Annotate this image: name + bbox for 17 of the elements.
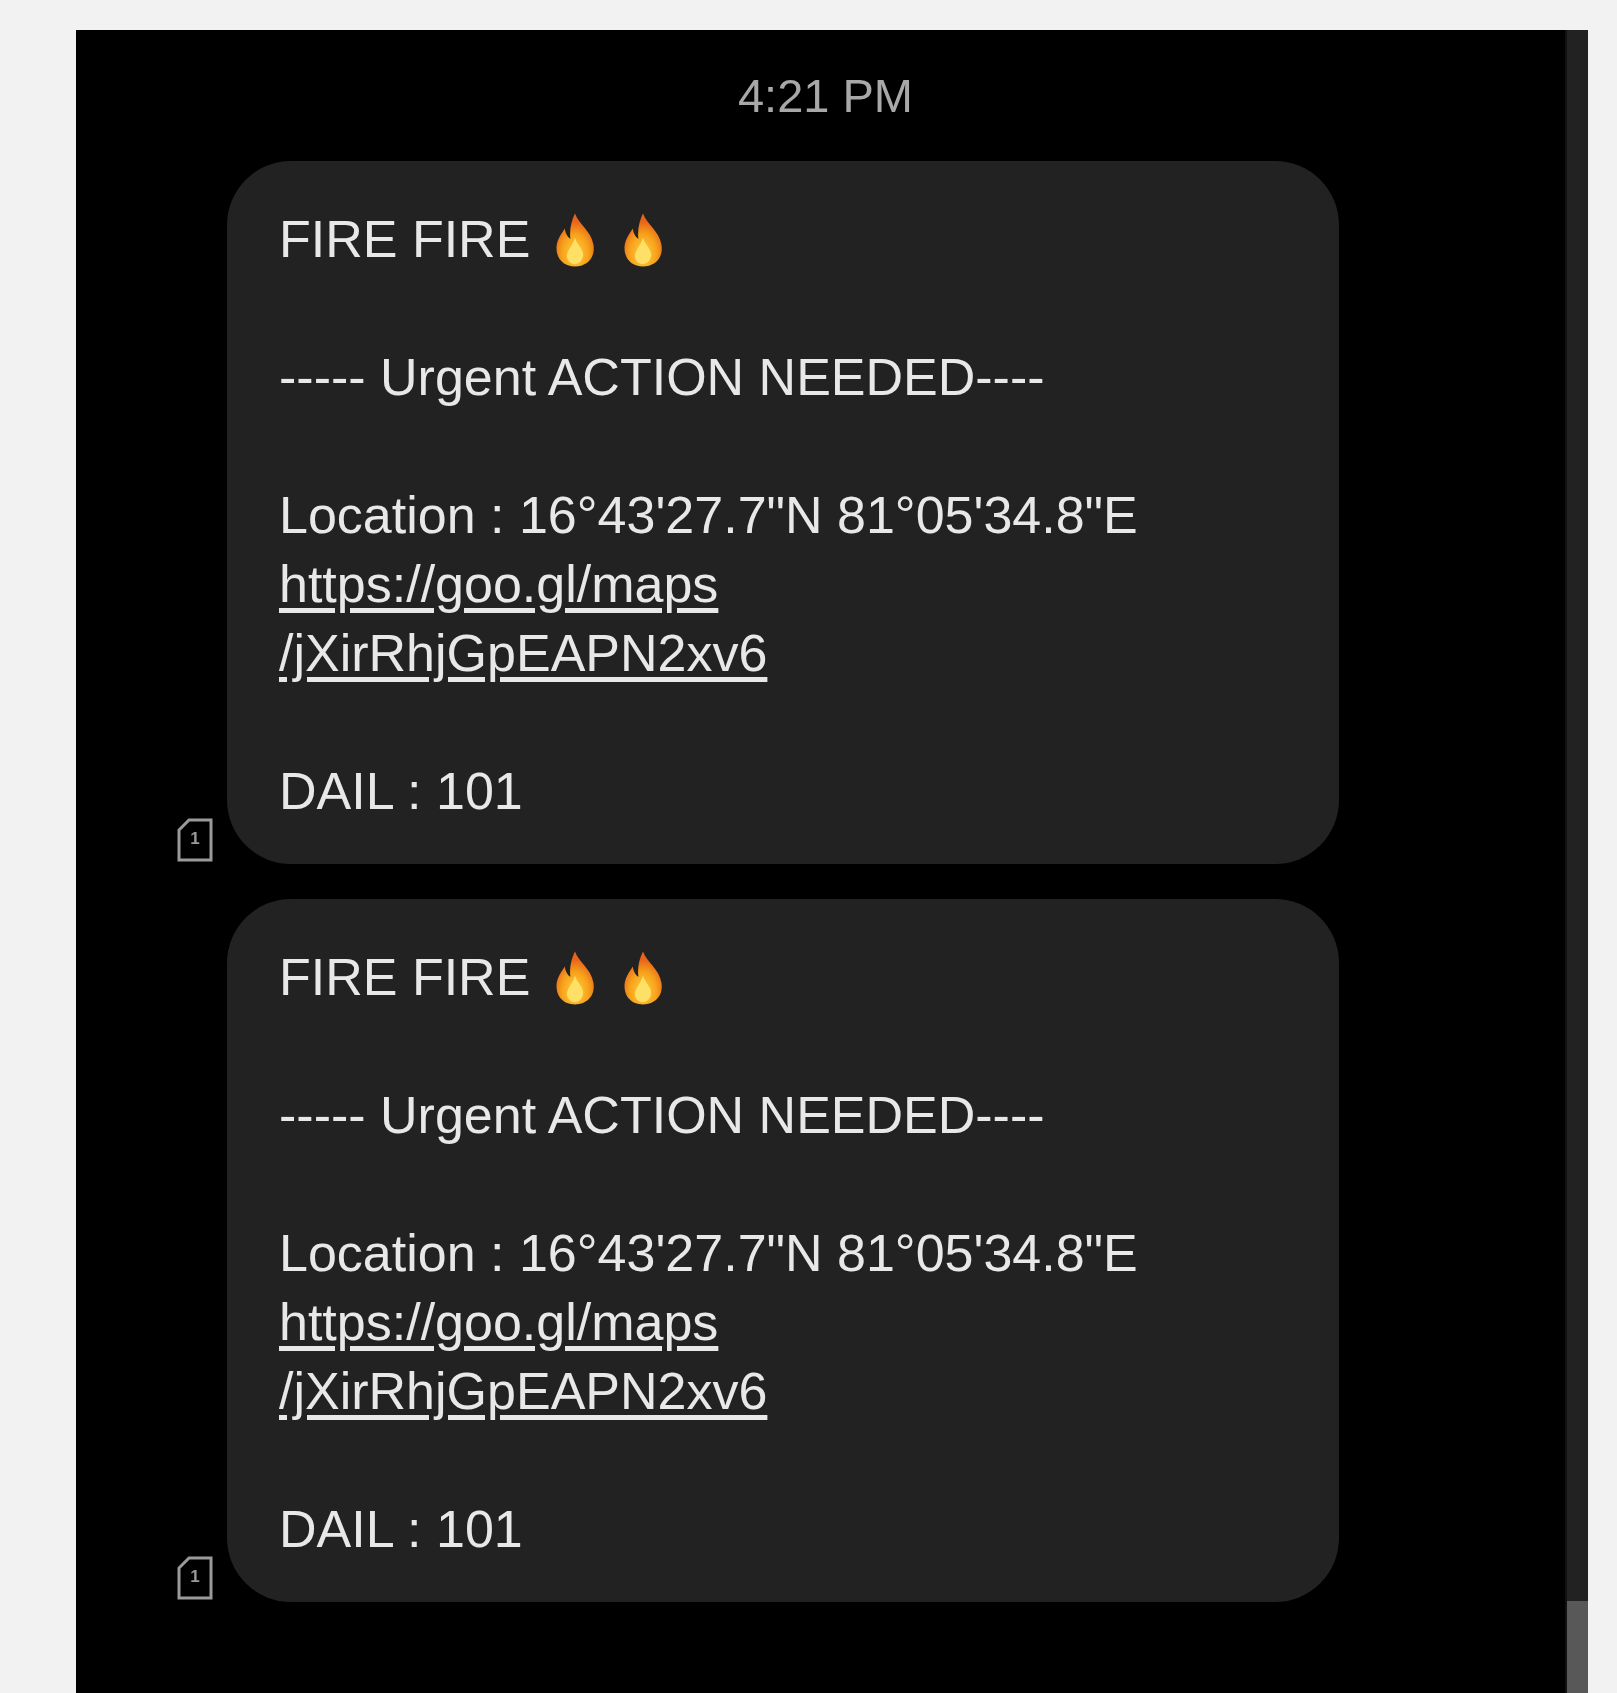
dial-text: DAIL : 101 bbox=[279, 1499, 523, 1560]
dial-text: DAIL : 101 bbox=[279, 761, 523, 822]
message-title: FIRE FIRE bbox=[279, 209, 531, 270]
message-title: FIRE FIRE bbox=[279, 947, 531, 1008]
sim-card-icon: 1 bbox=[177, 818, 213, 862]
map-link[interactable]: https://goo.gl/maps /jXirRhjGpEAPN2xv6 bbox=[279, 1288, 768, 1426]
message-bubble[interactable]: FIRE FIRE ----- Urgent ACTION NEEDED---- Location : 16°43'27.7"N 81°05'34.8"E https://goo.gl/maps /jXirRhjGpEAPN2xv6 DAIL : 101 bbox=[227, 161, 1339, 864]
sim-card-icon: 1 bbox=[177, 1556, 213, 1600]
message-time: 4:21 PM bbox=[736, 68, 914, 124]
urgent-headline: ----- Urgent ACTION NEEDED---- bbox=[279, 1085, 1045, 1146]
scrollbar[interactable] bbox=[1565, 30, 1588, 1693]
location-text: Location : 16°43'27.7"N 81°05'34.8"E bbox=[279, 1223, 1138, 1284]
urgent-headline: ----- Urgent ACTION NEEDED---- bbox=[279, 347, 1045, 408]
message-bubble[interactable]: FIRE FIRE ----- Urgent ACTION NEEDED---- Location : 16°43'27.7"N 81°05'34.8"E https://goo.gl/maps /jXirRhjGpEAPN2xv6 DAIL : 101 bbox=[227, 899, 1339, 1602]
location-text: Location : 16°43'27.7"N 81°05'34.8"E bbox=[279, 485, 1138, 546]
scrollbar-thumb[interactable] bbox=[1567, 1601, 1588, 1693]
map-link[interactable]: https://goo.gl/maps /jXirRhjGpEAPN2xv6 bbox=[279, 550, 768, 688]
